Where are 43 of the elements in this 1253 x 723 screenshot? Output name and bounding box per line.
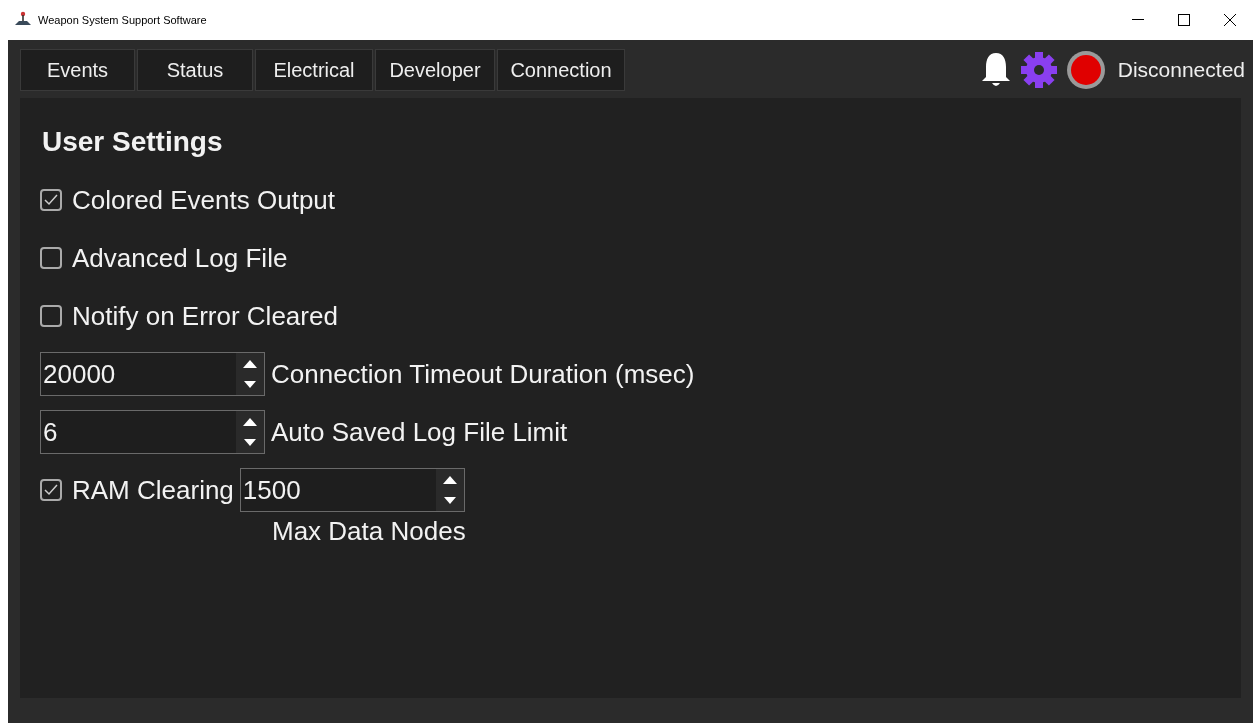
- tab[interactable]: Connection: [497, 49, 625, 91]
- maximize-icon: [1178, 14, 1190, 26]
- checkbox[interactable]: [40, 189, 62, 211]
- window-title: Weapon System Support Software: [38, 14, 207, 26]
- up-triangle-icon: [442, 475, 457, 484]
- tab[interactable]: Events: [20, 49, 135, 91]
- number-spinbox[interactable]: 20000: [40, 352, 265, 396]
- down-arrow-button[interactable]: [236, 374, 264, 395]
- number-spinbox[interactable]: 6: [40, 410, 265, 454]
- setting-label: Colored Events Output: [72, 184, 336, 216]
- down-triangle-icon: [443, 497, 456, 504]
- connection-status: Disconnected: [1117, 58, 1245, 82]
- setting-caption: Auto Saved Log File Limit: [271, 416, 568, 448]
- tab[interactable]: Status: [137, 49, 253, 91]
- checkbox[interactable]: [40, 247, 62, 269]
- minimize-icon: [1132, 19, 1144, 21]
- spinbox-value[interactable]: 1500: [240, 474, 303, 506]
- tab[interactable]: Developer: [375, 49, 495, 91]
- spinbox-value[interactable]: 20000: [41, 358, 118, 390]
- section-heading: User Settings: [42, 126, 224, 158]
- up-triangle-icon: [243, 417, 257, 426]
- checkbox[interactable]: [40, 479, 62, 501]
- setting-label: Notify on Error Cleared: [72, 300, 338, 332]
- checkbox[interactable]: [40, 305, 62, 327]
- down-triangle-icon: [244, 381, 256, 388]
- down-triangle-icon: [244, 439, 256, 446]
- gear-icon[interactable]: [1019, 51, 1058, 89]
- setting-caption: Connection Timeout Duration (msec): [271, 358, 695, 390]
- spinbox-value[interactable]: 6: [41, 416, 60, 448]
- setting-label: Advanced Log File: [72, 242, 288, 274]
- up-triangle-icon: [243, 359, 257, 368]
- setting-label: RAM Clearing: [72, 474, 234, 506]
- up-arrow-button[interactable]: [236, 411, 264, 432]
- close-icon: [1224, 14, 1236, 26]
- down-arrow-button[interactable]: [435, 490, 464, 511]
- check-icon: [44, 484, 58, 496]
- tab[interactable]: Electrical: [255, 49, 373, 91]
- number-spinbox[interactable]: 1500: [239, 468, 465, 512]
- check-icon: [44, 194, 58, 206]
- setting-caption: Max Data Nodes: [272, 516, 467, 547]
- down-arrow-button[interactable]: [236, 432, 264, 453]
- up-arrow-button[interactable]: [236, 353, 264, 374]
- up-arrow-button[interactable]: [435, 469, 464, 490]
